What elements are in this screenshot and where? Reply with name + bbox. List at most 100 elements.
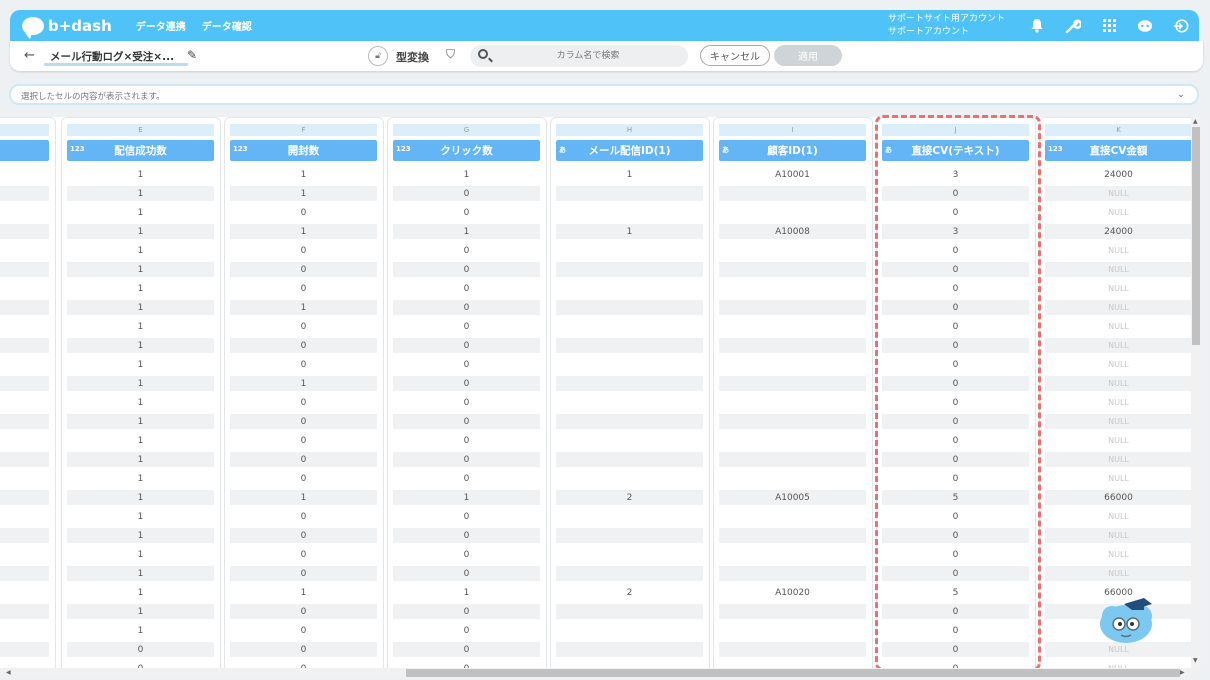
- scroll-up-icon[interactable]: ▲: [1193, 118, 1198, 125]
- table-cell[interactable]: [556, 395, 703, 410]
- table-cell[interactable]: 0: [393, 566, 540, 581]
- table-cell[interactable]: 0: [230, 281, 377, 296]
- table-cell[interactable]: [0, 319, 49, 334]
- column-letter[interactable]: K: [1045, 124, 1191, 136]
- cancel-button[interactable]: キャンセル: [700, 45, 770, 66]
- table-cell[interactable]: NULL: [1045, 186, 1191, 201]
- column-letter[interactable]: E: [67, 124, 214, 136]
- table-cell[interactable]: [556, 433, 703, 448]
- table-cell[interactable]: [0, 224, 49, 239]
- table-cell[interactable]: 0: [393, 376, 540, 391]
- table-cell[interactable]: [719, 452, 866, 467]
- table-cell[interactable]: 1: [67, 433, 214, 448]
- table-cell[interactable]: 0: [230, 357, 377, 372]
- table-cell[interactable]: NULL: [1045, 319, 1191, 334]
- scroll-left-icon[interactable]: ◀: [6, 669, 11, 676]
- table-cell[interactable]: 1: [67, 357, 214, 372]
- table-cell[interactable]: 1: [67, 395, 214, 410]
- column-search[interactable]: [470, 45, 688, 67]
- column-header[interactable]: 123 開封数: [230, 140, 377, 161]
- table-cell[interactable]: [0, 414, 49, 429]
- table-cell[interactable]: [0, 262, 49, 277]
- table-cell[interactable]: 0: [393, 433, 540, 448]
- table-cell[interactable]: NULL: [1045, 262, 1191, 277]
- table-cell[interactable]: 1: [230, 224, 377, 239]
- table-cell[interactable]: [719, 642, 866, 657]
- table-cell[interactable]: [0, 281, 49, 296]
- table-cell[interactable]: [556, 642, 703, 657]
- table-cell[interactable]: [719, 547, 866, 562]
- table-cell[interactable]: [556, 414, 703, 429]
- column-header[interactable]: 123 配信成功数: [67, 140, 214, 161]
- table-cell[interactable]: [556, 262, 703, 277]
- table-cell[interactable]: 1: [67, 376, 214, 391]
- table-cell[interactable]: [719, 300, 866, 315]
- table-cell[interactable]: 0: [67, 661, 214, 669]
- table-cell[interactable]: [719, 243, 866, 258]
- table-cell[interactable]: 0: [230, 509, 377, 524]
- table-cell[interactable]: 1: [393, 167, 540, 182]
- table-cell[interactable]: [719, 395, 866, 410]
- table-cell[interactable]: 1: [67, 414, 214, 429]
- table-cell[interactable]: 0: [230, 414, 377, 429]
- table-cell[interactable]: 0: [393, 528, 540, 543]
- table-cell[interactable]: [719, 376, 866, 391]
- table-cell[interactable]: 1: [67, 566, 214, 581]
- table-cell[interactable]: A10005: [719, 490, 866, 505]
- table-cell[interactable]: 0: [230, 528, 377, 543]
- nav-data-check[interactable]: データ確認: [202, 18, 252, 33]
- table-cell[interactable]: NULL: [1045, 243, 1191, 258]
- table-cell[interactable]: 0: [230, 433, 377, 448]
- column-letter[interactable]: G: [393, 124, 540, 136]
- table-cell[interactable]: 0: [393, 243, 540, 258]
- table-cell[interactable]: [719, 471, 866, 486]
- column-header[interactable]: [0, 140, 49, 161]
- table-cell[interactable]: 24000: [1045, 224, 1191, 239]
- table-cell[interactable]: [719, 566, 866, 581]
- table-cell[interactable]: 1: [67, 243, 214, 258]
- table-cell[interactable]: A10001: [719, 167, 866, 182]
- table-cell[interactable]: [556, 376, 703, 391]
- table-cell[interactable]: 0: [230, 547, 377, 562]
- table-cell[interactable]: 0: [230, 642, 377, 657]
- table-cell[interactable]: [556, 471, 703, 486]
- type-convert-label[interactable]: 型変換: [396, 49, 429, 65]
- table-cell[interactable]: [0, 585, 49, 600]
- table-cell[interactable]: [0, 338, 49, 353]
- table-cell[interactable]: [556, 319, 703, 334]
- table-cell[interactable]: [0, 623, 49, 638]
- column-letter[interactable]: J: [882, 124, 1029, 136]
- table-cell[interactable]: 1: [67, 281, 214, 296]
- table-cell[interactable]: [0, 528, 49, 543]
- table-cell[interactable]: [719, 262, 866, 277]
- table-cell[interactable]: 0: [393, 205, 540, 220]
- table-cell[interactable]: 0: [393, 509, 540, 524]
- scroll-down-icon[interactable]: ▼: [1193, 657, 1198, 664]
- table-cell[interactable]: 0: [882, 243, 1029, 258]
- table-cell[interactable]: 0: [393, 281, 540, 296]
- table-cell[interactable]: [719, 205, 866, 220]
- account-info[interactable]: サポートサイト用アカウント サポートアカウント: [888, 13, 1005, 39]
- table-cell[interactable]: [556, 357, 703, 372]
- table-cell[interactable]: 1: [67, 452, 214, 467]
- column-header[interactable]: 123 直接CV金額: [1045, 140, 1191, 161]
- table-cell[interactable]: 0: [393, 547, 540, 562]
- table-cell[interactable]: 0: [393, 338, 540, 353]
- column-letter[interactable]: I: [719, 124, 866, 136]
- table-cell[interactable]: 0: [882, 186, 1029, 201]
- table-cell[interactable]: 0: [882, 433, 1029, 448]
- column-letter[interactable]: H: [556, 124, 703, 136]
- table-cell[interactable]: NULL: [1045, 205, 1191, 220]
- table-cell[interactable]: 1: [230, 490, 377, 505]
- table-cell[interactable]: NULL: [1045, 452, 1191, 467]
- table-cell[interactable]: [0, 243, 49, 258]
- table-cell[interactable]: 0: [882, 414, 1029, 429]
- column-header[interactable]: 123 クリック数: [393, 140, 540, 161]
- table-cell[interactable]: 0: [393, 357, 540, 372]
- table-cell[interactable]: NULL: [1045, 528, 1191, 543]
- table-cell[interactable]: [0, 205, 49, 220]
- table-cell[interactable]: [556, 509, 703, 524]
- table-cell[interactable]: NULL: [1045, 414, 1191, 429]
- cell-content-bar[interactable]: 選択したセルの内容が表示されます。 ⌄: [9, 84, 1199, 105]
- table-cell[interactable]: 0: [882, 452, 1029, 467]
